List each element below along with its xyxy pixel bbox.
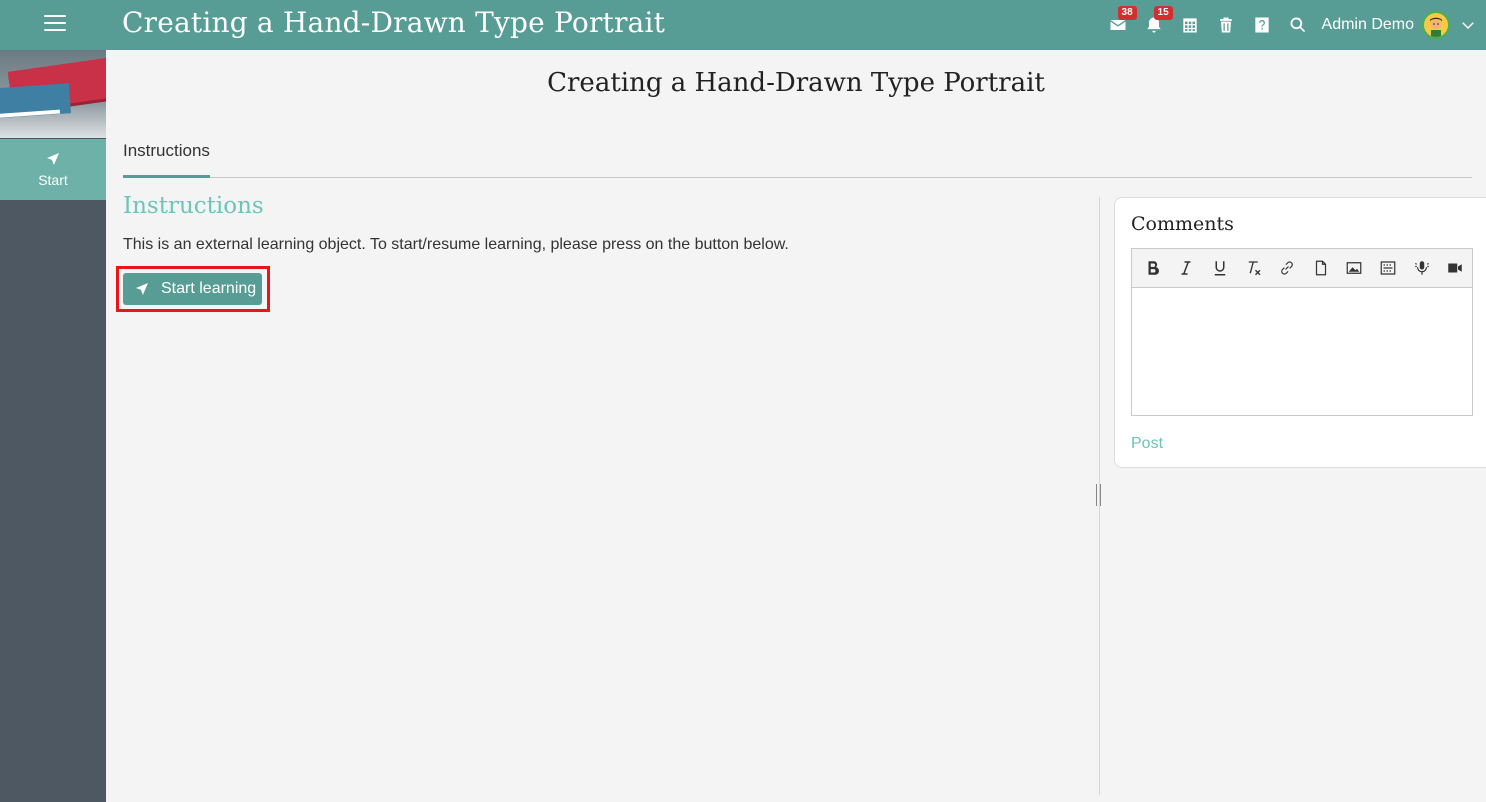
navigation-arrow-icon	[47, 153, 59, 165]
comment-editor[interactable]	[1131, 288, 1473, 416]
messages-badge: 38	[1117, 6, 1137, 20]
embed-button[interactable]	[1371, 253, 1405, 283]
underline-button[interactable]	[1203, 253, 1237, 283]
tab-instructions[interactable]: Instructions	[123, 140, 210, 178]
file-button[interactable]	[1304, 253, 1338, 283]
search-icon	[1290, 17, 1305, 33]
trash-icon	[1219, 17, 1232, 33]
resize-handle[interactable]	[1095, 484, 1103, 508]
sidebar: Start	[0, 50, 106, 802]
calendar-icon	[1182, 18, 1197, 33]
top-bar: Creating a Hand-Drawn Type Portrait 38 1…	[0, 0, 1486, 50]
record-video-button[interactable]	[1438, 253, 1472, 283]
start-learning-button[interactable]: Start learning	[123, 273, 262, 305]
notifications-badge: 15	[1153, 6, 1173, 20]
course-cover-image	[0, 50, 106, 138]
remove-format-icon	[1248, 261, 1261, 276]
tab-label: Instructions	[123, 141, 210, 160]
chevron-down-icon	[1462, 22, 1474, 30]
start-learning-label: Start learning	[161, 280, 257, 297]
sidebar-item-start[interactable]: Start	[0, 139, 106, 200]
video-camera-icon	[1448, 263, 1462, 273]
post-button[interactable]: Post	[1131, 435, 1163, 453]
remove-format-button[interactable]	[1237, 253, 1271, 283]
search-button[interactable]	[1280, 0, 1316, 50]
user-avatar-icon	[1430, 17, 1442, 37]
embed-icon	[1380, 261, 1396, 275]
user-menu-toggle[interactable]	[1450, 0, 1486, 50]
trash-button[interactable]	[1208, 0, 1244, 50]
notifications-button[interactable]: 15	[1136, 0, 1173, 50]
app-title: Creating a Hand-Drawn Type Portrait	[122, 6, 666, 39]
section-title: Instructions	[123, 193, 264, 219]
help-button[interactable]	[1244, 0, 1280, 50]
link-icon	[1281, 261, 1294, 275]
italic-button[interactable]	[1170, 253, 1204, 283]
sidebar-item-label: Start	[38, 172, 68, 188]
comments-title: Comments	[1131, 213, 1234, 235]
help-icon	[1254, 17, 1269, 33]
instructions-text: This is an external learning object. To …	[123, 236, 789, 253]
top-icons: 38 15 Admin Demo	[1100, 0, 1486, 50]
messages-button[interactable]: 38	[1100, 0, 1137, 50]
file-icon	[1315, 260, 1326, 276]
avatar[interactable]	[1422, 11, 1450, 39]
menu-icon[interactable]	[44, 15, 66, 33]
bold-icon	[1148, 261, 1159, 275]
italic-icon	[1181, 261, 1191, 275]
calendar-button[interactable]	[1172, 0, 1208, 50]
underline-icon	[1214, 261, 1226, 276]
record-audio-button[interactable]	[1405, 253, 1439, 283]
page-title: Creating a Hand-Drawn Type Portrait	[547, 68, 1045, 98]
navigation-arrow-icon	[136, 283, 148, 295]
bold-button[interactable]	[1136, 253, 1170, 283]
link-button[interactable]	[1270, 253, 1304, 283]
tab-bar: Instructions	[123, 140, 1472, 178]
user-name[interactable]: Admin Demo	[1322, 16, 1414, 34]
comments-panel: Comments Post	[1114, 197, 1486, 468]
microphone-icon	[1414, 261, 1429, 275]
editor-toolbar	[1131, 248, 1473, 288]
image-button[interactable]	[1338, 253, 1372, 283]
image-icon	[1347, 262, 1362, 274]
